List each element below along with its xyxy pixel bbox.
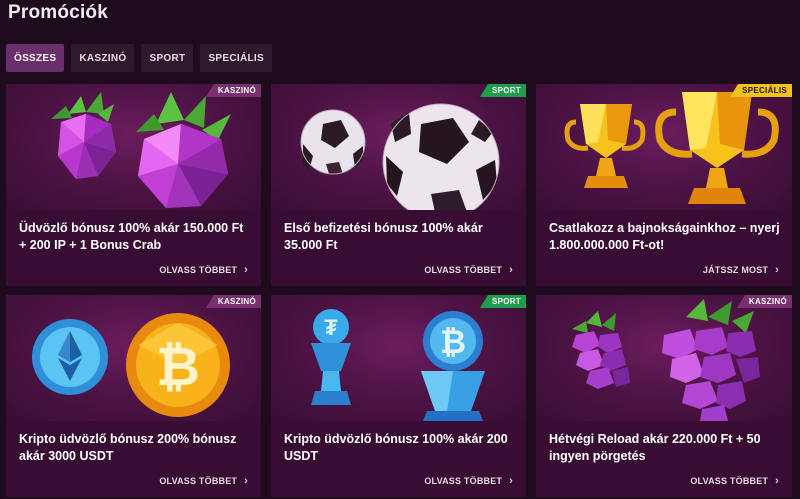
chevron-right-icon: › [244,475,248,487]
promo-title: Első befizetési bónusz 100% akár 35.000 … [284,221,483,252]
link-label: OLVASS TÖBBET [690,476,769,486]
read-more-link[interactable]: OLVASS TÖBBET › [690,475,779,487]
read-more-link[interactable]: OLVASS TÖBBET › [159,264,248,276]
chevron-right-icon: › [775,475,779,487]
svg-text:₮: ₮ [324,315,338,340]
play-now-link[interactable]: JÁTSSZ MOST › [703,264,779,276]
category-badge: SPORT [479,84,526,97]
category-badge: SPECIÁLIS [730,84,792,97]
promo-card[interactable]: SPORT Első befizetési bónusz 100% akár 3… [271,84,526,286]
chevron-right-icon: › [775,264,779,276]
chevron-right-icon: › [509,475,513,487]
promo-title: Csatlakozz a bajnokságainkhoz – nyerj 1.… [549,221,780,252]
category-badge: KASZINÓ [205,295,261,308]
link-label: OLVASS TÖBBET [159,265,238,275]
link-label: JÁTSSZ MOST [702,265,769,275]
tab-specialis[interactable]: SPECIÁLIS [200,44,272,72]
read-more-link[interactable]: OLVASS TÖBBET › [159,475,248,487]
link-label: OLVASS TÖBBET [424,265,503,275]
category-badge: KASZINÓ [736,295,792,308]
gold-trophies-image [536,84,792,210]
tab-osszes[interactable]: ÖSSZES [6,44,65,72]
link-label: OLVASS TÖBBET [424,476,503,486]
category-tabs: ÖSSZES KASZINÓ SPORT SPECIÁLIS [6,44,272,72]
crypto-trophies-image: ₮ ₿ [271,295,526,421]
grape-gems-illustration [572,299,760,421]
tab-kaszino[interactable]: KASZINÓ [71,44,135,72]
strawberry-gems-illustration [51,92,231,208]
promo-card[interactable]: KASZINÓ Hétvégi Reload akár 220.000 Ft +… [536,295,792,497]
promo-card[interactable]: ₮ ₿ SPORT Kripto üdvözlő bónusz 100% aká… [271,295,526,497]
promo-card[interactable]: KASZINÓ Üdvözlő bónusz 100% akár 150.000… [6,84,261,286]
page-title: Promóciók [8,2,108,23]
promo-title: Kripto üdvözlő bónusz 200% bónusz akár 3… [19,432,237,463]
promo-card[interactable]: SPECIÁLIS Csatlakozz a bajnokságainkhoz … [536,84,792,286]
promo-title: Kripto üdvözlő bónusz 100% akár 200 USDT [284,432,508,463]
crypto-coins-illustration: ₿ [32,313,230,417]
promo-card[interactable]: ₿ KASZINÓ Kripto üdvözlő bónusz 200% bón… [6,295,261,497]
promo-title: Hétvégi Reload akár 220.000 Ft + 50 ingy… [549,432,761,463]
category-badge: SPORT [479,295,526,308]
strawberry-gems-image [6,84,261,210]
gold-trophies-illustration [564,92,779,204]
soccer-balls-image [271,84,526,210]
svg-text:₿: ₿ [440,324,466,360]
chevron-right-icon: › [509,264,513,276]
promo-title: Üdvözlő bónusz 100% akár 150.000 Ft + 20… [19,221,244,252]
soccer-balls-illustration [300,103,500,210]
grape-gems-image [536,295,792,421]
read-more-link[interactable]: OLVASS TÖBBET › [424,264,513,276]
promo-grid: KASZINÓ Üdvözlő bónusz 100% akár 150.000… [6,84,792,497]
read-more-link[interactable]: OLVASS TÖBBET › [424,475,513,487]
svg-text:₿: ₿ [156,337,200,397]
chevron-right-icon: › [244,264,248,276]
crypto-trophies-illustration: ₮ ₿ [311,309,485,421]
category-badge: KASZINÓ [205,84,261,97]
crypto-coins-image: ₿ [6,295,261,421]
link-label: OLVASS TÖBBET [159,476,238,486]
tab-sport[interactable]: SPORT [141,44,194,72]
